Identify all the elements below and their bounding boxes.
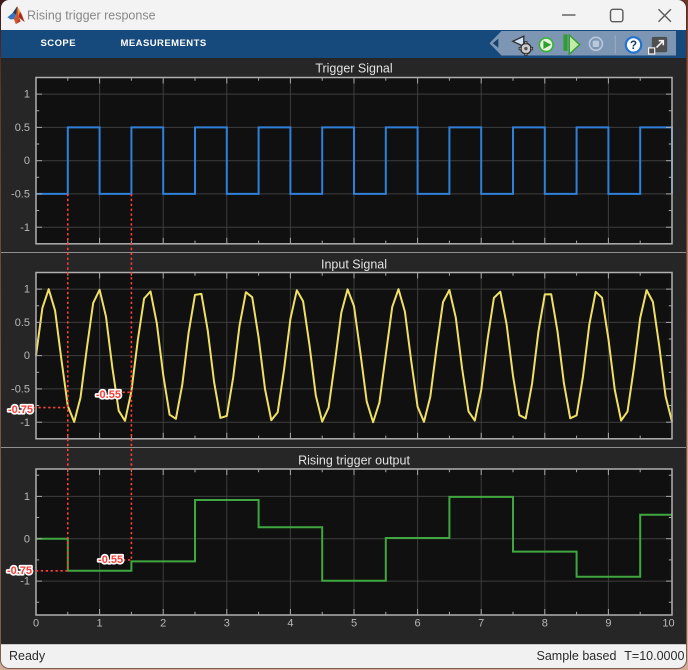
svg-text:-0.55: -0.55 xyxy=(98,554,123,566)
svg-text:1: 1 xyxy=(97,618,103,630)
svg-text:Input Signal: Input Signal xyxy=(321,258,387,272)
svg-text:1: 1 xyxy=(24,89,30,101)
svg-text:7: 7 xyxy=(478,618,484,630)
svg-text:-0.75: -0.75 xyxy=(7,565,32,577)
svg-text:-0.5: -0.5 xyxy=(11,384,30,396)
svg-text:?: ? xyxy=(630,40,637,52)
svg-text:-1: -1 xyxy=(20,576,30,588)
svg-text:9: 9 xyxy=(605,618,611,630)
svg-text:-0.75: -0.75 xyxy=(8,404,33,416)
svg-text:10: 10 xyxy=(662,618,674,630)
svg-text:-1: -1 xyxy=(20,222,30,234)
svg-text:Trigger Signal: Trigger Signal xyxy=(315,62,392,76)
svg-text:Rising trigger output: Rising trigger output xyxy=(298,454,410,468)
svg-text:3: 3 xyxy=(224,618,230,630)
svg-text:1: 1 xyxy=(24,284,30,296)
svg-text:1: 1 xyxy=(24,491,30,503)
svg-text:Rising trigger response: Rising trigger response xyxy=(27,8,156,22)
svg-text:-0.55: -0.55 xyxy=(96,389,121,401)
svg-text:8: 8 xyxy=(542,618,548,630)
svg-text:-0.5: -0.5 xyxy=(11,189,30,201)
svg-text:-1: -1 xyxy=(20,417,30,429)
svg-text:0: 0 xyxy=(33,618,39,630)
svg-text:0: 0 xyxy=(24,155,30,167)
svg-text:0.5: 0.5 xyxy=(15,317,30,329)
svg-text:6: 6 xyxy=(415,618,421,630)
svg-text:5: 5 xyxy=(351,618,357,630)
svg-text:0.5: 0.5 xyxy=(15,122,30,134)
svg-text:0: 0 xyxy=(24,350,30,362)
svg-text:2: 2 xyxy=(160,618,166,630)
svg-text:0: 0 xyxy=(24,533,30,545)
svg-text:4: 4 xyxy=(287,618,293,630)
